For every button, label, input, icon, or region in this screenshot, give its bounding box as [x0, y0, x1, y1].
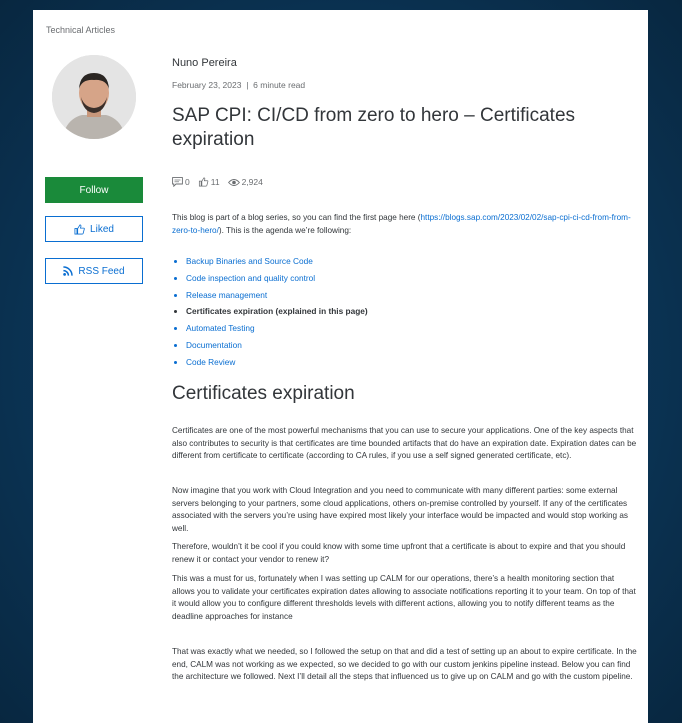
liked-label: Liked [90, 223, 114, 235]
eye-icon [227, 178, 240, 186]
author-avatar[interactable] [52, 55, 136, 139]
article-stats: 0 11 2,924 [172, 177, 263, 187]
rss-feed-button[interactable]: RSS Feed [45, 258, 143, 284]
agenda-item-documentation[interactable]: Documentation [186, 337, 368, 354]
article-title: SAP CPI: CI/CD from zero to hero – Certi… [172, 105, 576, 150]
thumbs-up-icon [198, 177, 209, 187]
likes-stat[interactable]: 11 [198, 177, 220, 187]
liked-button[interactable]: Liked [45, 216, 143, 242]
follow-label: Follow [79, 184, 109, 196]
views-count: 2,924 [241, 177, 263, 187]
rss-icon [63, 266, 74, 276]
agenda-item-code-review[interactable]: Code Review [186, 354, 368, 371]
thumbs-up-icon [74, 224, 85, 234]
comments-stat[interactable]: 0 [172, 177, 190, 187]
comments-count: 0 [185, 177, 190, 187]
read-time: 6 minute read [253, 80, 306, 90]
comment-icon [172, 177, 183, 187]
article-date: February 23, 2023 [172, 80, 242, 90]
likes-count: 11 [210, 177, 220, 187]
agenda-item-certificates: Certificates expiration (explained in th… [186, 303, 368, 320]
section-heading: Certificates expiration [172, 383, 355, 404]
body-paragraph: Certificates are one of the most powerfu… [172, 426, 637, 460]
avatar-image [52, 55, 136, 139]
rss-label: RSS Feed [78, 265, 125, 277]
blog-page: Technical Articles Follow Liked RSS Feed… [33, 10, 648, 723]
body-paragraph: Therefore, wouldn’t it be cool if you co… [172, 542, 626, 564]
agenda-list: Backup Binaries and Source Code Code ins… [172, 253, 368, 371]
agenda-item-backup[interactable]: Backup Binaries and Source Code [186, 253, 368, 270]
article-meta: February 23, 2023 | 6 minute read [172, 80, 305, 90]
agenda-item-automated-testing[interactable]: Automated Testing [186, 320, 368, 337]
agenda-item-code-inspection[interactable]: Code inspection and quality control [186, 270, 368, 287]
agenda-item-release-management[interactable]: Release management [186, 287, 368, 304]
category-label[interactable]: Technical Articles [46, 25, 115, 35]
body-paragraph: That was exactly what we needed, so I fo… [172, 647, 637, 681]
follow-button[interactable]: Follow [45, 177, 143, 203]
body-paragraph: This was a must for us, fortunately when… [172, 574, 636, 621]
intro-paragraph: This blog is part of a blog series, so y… [172, 212, 634, 237]
author-name[interactable]: Nuno Pereira [172, 57, 237, 69]
meta-separator: | [246, 80, 249, 90]
intro-text: This blog is part of a blog series, so y… [172, 213, 421, 222]
desktop-backdrop: Technical Articles Follow Liked RSS Feed… [0, 0, 682, 723]
intro-text-end: ). This is the agenda we’re following: [218, 225, 352, 235]
views-stat: 2,924 [227, 177, 263, 187]
body-paragraph: Now imagine that you work with Cloud Int… [172, 486, 629, 533]
